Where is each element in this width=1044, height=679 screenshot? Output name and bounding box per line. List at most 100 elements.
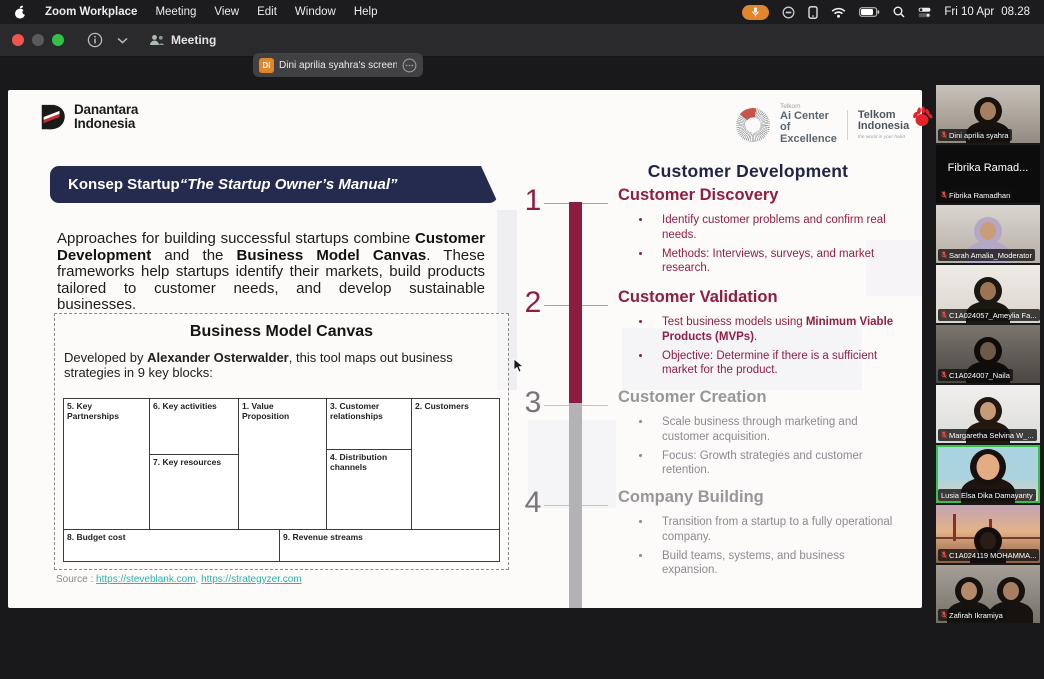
mic-in-use-indicator[interactable] [742, 5, 769, 20]
intro-seg1: Approaches for building successful start… [57, 230, 415, 247]
source-link-strategyzer[interactable]: https://strategyzer.com [201, 574, 302, 585]
tab-avatar-badge: Di [259, 58, 274, 73]
telkom-tagline: the world in your hand [858, 135, 909, 140]
step-customer-creation: Customer Creation Scale business through… [618, 388, 894, 483]
bmc-desc-bold: Alexander Osterwalder [147, 350, 289, 365]
step-bullet: Transition from a startup to a fully ope… [652, 515, 894, 544]
logo-divider [847, 110, 848, 140]
menubar-app-name[interactable]: Zoom Workplace [45, 6, 137, 18]
participant-thumbnail[interactable]: Dini aprilia syahra [936, 85, 1040, 143]
info-icon[interactable] [87, 32, 103, 48]
menubar-menu-meeting[interactable]: Meeting [155, 6, 196, 18]
step-bullet: Build teams, systems, and business expan… [652, 549, 894, 578]
step-title: Company Building [618, 488, 894, 506]
window-title-label: Meeting [171, 33, 216, 47]
menubar-menu-window[interactable]: Window [295, 6, 336, 18]
participant-video-strip: Dini aprilia syahra Fibrika Ramad... Fib… [936, 85, 1040, 625]
aice-line2: Excellence [780, 134, 837, 146]
bmc-title: Business Model Canvas [55, 323, 508, 341]
step-number-2: 2 [516, 288, 550, 318]
muted-mic-icon [941, 611, 947, 619]
shared-screen-tab[interactable]: Di Dini aprilia syahra's screen [253, 53, 423, 77]
menubar-menu-edit[interactable]: Edit [257, 6, 277, 18]
minimize-window-button[interactable] [32, 34, 44, 46]
participant-name-label: Lusia Elsa Dika Damayanty [938, 489, 1036, 501]
bmc-cell-key-activities: 6. Key activities [149, 398, 239, 455]
source-link-steveblank[interactable]: https://steveblank.com [96, 574, 196, 585]
menubar-clock[interactable]: Fri 10 Apr 08.28 [944, 6, 1030, 18]
people-icon [149, 34, 165, 46]
business-model-canvas-box: Business Model Canvas Developed by Alexa… [54, 313, 509, 570]
participant-name-label: Fibrika Ramadhan [938, 189, 1013, 201]
timeline-bar-inactive [569, 403, 582, 608]
step-title: Customer Discovery [618, 186, 894, 204]
participant-name-label: C1A024057_Ameylia Fa... [938, 309, 1040, 321]
recording-indicator-icon[interactable] [782, 6, 795, 19]
step-company-building: Company Building Transition from a start… [618, 488, 894, 583]
participant-thumbnail[interactable]: Sarah Amalia_Moderator [936, 205, 1040, 263]
shared-screen-slide: Danantara Indonesia Telkom Ai Center of … [8, 90, 922, 608]
window-title-meeting: Meeting [149, 33, 216, 47]
muted-mic-icon [941, 191, 947, 199]
participant-big-name: Fibrika Ramad... [936, 162, 1040, 174]
bmc-description: Developed by Alexander Osterwalder, this… [64, 350, 474, 381]
remote-cursor-icon [513, 358, 524, 378]
customer-development-heading: Customer Development [608, 161, 888, 182]
participant-name: C1A024057_Ameylia Fa... [949, 311, 1037, 320]
bmc-cell-distribution-channels: 4. Distribution channels [326, 449, 412, 530]
step-number-4: 4 [516, 488, 550, 518]
menubar-menu-help[interactable]: Help [354, 6, 378, 18]
intro-seg2: and the [151, 247, 236, 264]
participant-name: Sarah Amalia_Moderator [949, 251, 1032, 260]
step-customer-discovery: Customer Discovery Identify customer pro… [618, 186, 894, 281]
source-line: Source : https://steveblank.com, https:/… [56, 574, 302, 585]
menubar-menu-view[interactable]: View [214, 6, 239, 18]
participant-thumbnail[interactable]: Fibrika Ramad... Fibrika Ramadhan [936, 145, 1040, 203]
battery-icon[interactable] [859, 7, 880, 17]
tab-more-icon[interactable] [402, 58, 417, 73]
menubar-date: Fri 10 Apr [944, 6, 994, 18]
participant-name: C1A024119 MOHAMMA... [949, 551, 1036, 560]
apple-logo-icon[interactable] [14, 5, 27, 20]
participant-name: Zafirah Ikramiya [949, 611, 1003, 620]
intro-bold2: Business Model Canvas [237, 247, 427, 264]
aice-line1: Ai Center of [780, 111, 837, 134]
participant-thumbnail[interactable]: Zafirah Ikramiya [936, 565, 1040, 623]
muted-mic-icon [941, 431, 947, 439]
intro-paragraph: Approaches for building successful start… [57, 231, 485, 314]
bmc-table: 5. Key Partnerships 6. Key activities 7.… [63, 398, 500, 562]
chevron-down-icon[interactable] [117, 37, 128, 44]
participant-name: Lusia Elsa Dika Damayanty [941, 491, 1033, 500]
participant-thumbnail[interactable]: C1A024119 MOHAMMA... [936, 505, 1040, 563]
participant-name-label: C1A024119 MOHAMMA... [938, 549, 1039, 561]
muted-mic-icon [941, 251, 947, 259]
participant-name: C1A024007_Naila [949, 371, 1010, 380]
step-bullet: Focus: Growth strategies and customer re… [652, 449, 894, 478]
close-window-button[interactable] [12, 34, 24, 46]
participant-thumbnail[interactable]: C1A024007_Naila [936, 325, 1040, 383]
telkom-line2: Indonesia [858, 121, 909, 133]
muted-mic-icon [941, 311, 947, 319]
step-number-1: 1 [516, 186, 550, 216]
spotlight-icon[interactable] [893, 6, 905, 18]
danantara-logo-line2: Indonesia [74, 116, 135, 131]
participant-thumbnail[interactable]: C1A024057_Ameylia Fa... [936, 265, 1040, 323]
bmc-cell-customers: 2. Customers [411, 398, 500, 530]
muted-mic-icon [941, 371, 947, 379]
participant-name-label: Margaretha Selvina W_... [938, 429, 1037, 441]
slide-title-banner: Konsep Startup “The Startup Owner’s Manu… [50, 166, 498, 203]
wifi-icon[interactable] [831, 7, 846, 18]
participant-thumbnail-active-speaker[interactable]: Lusia Elsa Dika Damayanty [936, 445, 1040, 503]
menubar-status-area: Fri 10 Apr 08.28 [742, 5, 1030, 20]
control-center-icon[interactable] [918, 7, 931, 18]
step-bullet: Methods: Interviews, surveys, and market… [652, 247, 894, 276]
participant-thumbnail[interactable]: Margaretha Selvina W_... [936, 385, 1040, 443]
zoom-window-button[interactable] [52, 34, 64, 46]
tab-label: Dini aprilia syahra's screen [279, 60, 397, 71]
macos-menu-bar: Zoom Workplace Meeting View Edit Window … [0, 0, 1044, 24]
step-bullet: Identify customer problems and confirm r… [652, 213, 894, 242]
muted-mic-icon [941, 551, 947, 559]
display-mirroring-icon[interactable] [808, 6, 818, 19]
source-label: Source : [56, 574, 96, 585]
step-bullet: Test business models using Minimum Viabl… [652, 315, 894, 344]
